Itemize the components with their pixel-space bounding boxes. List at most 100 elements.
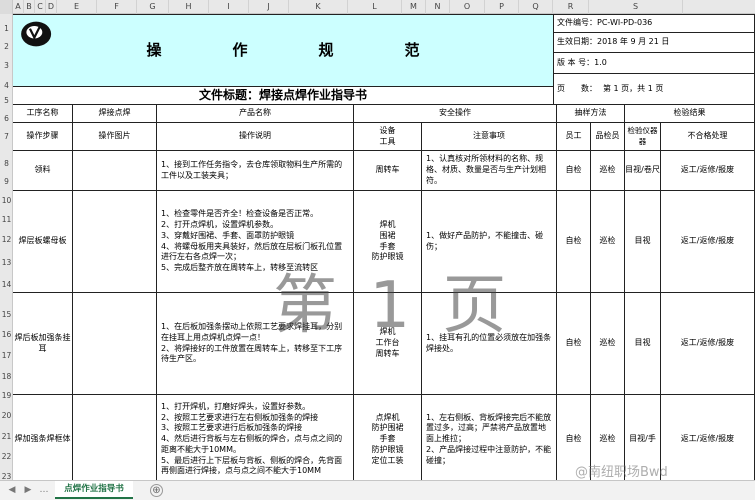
column-header-m[interactable]: M	[402, 0, 426, 14]
row-header-11[interactable]: 11	[0, 215, 13, 224]
column-header-b[interactable]: B	[24, 0, 35, 14]
column-header-c[interactable]: C	[35, 0, 46, 14]
row-3-nonconform[interactable]: 返工/返修/报废	[661, 293, 755, 395]
row-4-instrument[interactable]: 目视/手	[625, 395, 661, 480]
row-3-worker[interactable]: 自检	[557, 293, 591, 395]
row-3-notes[interactable]: 1、挂耳有孔的位置必须放在加强条焊接处。	[422, 293, 557, 395]
column-header-f[interactable]: F	[97, 0, 137, 14]
row-1-worker[interactable]: 自检	[557, 151, 591, 191]
header-tools[interactable]: 设备 工具	[354, 123, 422, 151]
effective-date-cell[interactable]: 生效日期：2018 年 9 月 21 日	[554, 33, 755, 53]
column-header-a[interactable]: A	[13, 0, 24, 14]
row-2-notes[interactable]: 1、做好产品防护，不能撞击、碰伤；	[422, 191, 557, 293]
select-all-corner[interactable]	[0, 0, 13, 14]
doc-number-cell[interactable]: 文件编号：PC-WI-PD-036	[554, 14, 755, 33]
row-4-worker[interactable]: 自检	[557, 395, 591, 480]
row-1-notes[interactable]: 1、认真核对所领材料的名称、规格、材质、数量是否与生产计划相符。	[422, 151, 557, 191]
version-cell[interactable]: 版 本 号：1.0	[554, 53, 755, 74]
row-header-10[interactable]: 10	[0, 196, 13, 205]
header-worker[interactable]: 员工	[557, 123, 591, 151]
row-2-tools[interactable]: 焊机 围裙 手套 防护眼镜	[354, 191, 422, 293]
column-header-o[interactable]: O	[450, 0, 485, 14]
header-image[interactable]: 操作图片	[73, 123, 157, 151]
next-sheet-icon[interactable]: ▶	[22, 484, 34, 497]
column-header-r[interactable]: R	[553, 0, 589, 14]
header-process-name[interactable]: 工序名称	[13, 105, 73, 123]
row-3-desc[interactable]: 1、在后板加强条摆动上依照工艺要求焊挂耳，分别在挂耳上用点焊机点焊一点！ 2、将…	[157, 293, 354, 395]
row-4-tools[interactable]: 点焊机 防护围裙 手套 防护眼镜 定位工装	[354, 395, 422, 480]
row-2-worker[interactable]: 自检	[557, 191, 591, 293]
row-3-step[interactable]: 焊后板加强条挂耳	[13, 293, 73, 395]
row-1-instrument[interactable]: 目视/卷尺	[625, 151, 661, 191]
row-2-nonconform[interactable]: 返工/返修/报废	[661, 191, 755, 293]
row-4-qc[interactable]: 巡检	[591, 395, 625, 480]
row-1-image-cell[interactable]	[73, 151, 157, 191]
row-header-14[interactable]: 14	[0, 280, 13, 289]
row-header-17[interactable]: 17	[0, 351, 13, 360]
header-step[interactable]: 操作步骤	[13, 123, 73, 151]
column-header-p[interactable]: P	[485, 0, 519, 14]
row-1-nonconform[interactable]: 返工/返修/报废	[661, 151, 755, 191]
row-header-2[interactable]: 2	[0, 42, 13, 51]
row-2-instrument[interactable]: 目视	[625, 191, 661, 293]
prev-sheet-icon[interactable]: ◀	[6, 484, 18, 497]
column-header-j[interactable]: J	[249, 0, 289, 14]
header-inspection[interactable]: 检验结果	[625, 105, 755, 123]
header-instrument[interactable]: 检验仪器 器	[625, 123, 661, 151]
column-header-k[interactable]: K	[289, 0, 348, 14]
row-1-qc[interactable]: 巡检	[591, 151, 625, 191]
row-header-3[interactable]: 3	[0, 61, 13, 70]
header-weld-point[interactable]: 焊接点焊	[73, 105, 157, 123]
row-header-21[interactable]: 21	[0, 432, 13, 441]
row-header-15[interactable]: 15	[0, 310, 13, 319]
column-header-n[interactable]: N	[426, 0, 450, 14]
column-header-e[interactable]: E	[57, 0, 97, 14]
row-header-1[interactable]: 1	[0, 24, 13, 33]
row-4-desc[interactable]: 1、打开焊机，打磨好焊头，设置好参数。 2、按照工艺要求进行左右侧板加强条的焊接…	[157, 395, 354, 480]
sheet-tab-active[interactable]: 点焊作业指导书	[55, 481, 133, 499]
header-notes[interactable]: 注意事项	[422, 123, 557, 151]
column-header-g[interactable]: G	[137, 0, 169, 14]
row-header-13[interactable]: 13	[0, 258, 13, 267]
row-header-12[interactable]: 12	[0, 235, 13, 244]
row-header-5[interactable]: 5	[0, 96, 13, 105]
row-header-22[interactable]: 22	[0, 452, 13, 461]
header-nonconform[interactable]: 不合格处理	[661, 123, 755, 151]
column-header-q[interactable]: Q	[519, 0, 553, 14]
column-header-h[interactable]: H	[169, 0, 209, 14]
row-2-image-cell[interactable]	[73, 191, 157, 293]
row-3-instrument[interactable]: 目视	[625, 293, 661, 395]
page-count-cell[interactable]: 页 数： 第 1 页，共 1 页	[554, 74, 755, 105]
row-header-18[interactable]: 18	[0, 372, 13, 381]
row-header-7[interactable]: 7	[0, 132, 13, 141]
header-sampling[interactable]: 抽样方法	[557, 105, 625, 123]
row-2-desc[interactable]: 1、检查零件是否齐全！检查设备是否正常。 2、打开点焊机，设置焊机参数。 3、穿…	[157, 191, 354, 293]
column-header-s[interactable]: S	[589, 0, 683, 14]
row-4-nonconform[interactable]: 返工/返修/报废	[661, 395, 755, 480]
row-header-9[interactable]: 9	[0, 177, 13, 186]
row-3-tools[interactable]: 焊机 工作台 周转车	[354, 293, 422, 395]
row-1-desc[interactable]: 1、接到工作任务指令，去仓库领取物料生产所需的工件以及工装夹具；	[157, 151, 354, 191]
row-2-step[interactable]: 焊层板螺母板	[13, 191, 73, 293]
header-description[interactable]: 操作说明	[157, 123, 354, 151]
more-sheets-icon[interactable]: …	[38, 484, 50, 497]
row-3-image-cell[interactable]	[73, 293, 157, 395]
row-1-tools[interactable]: 周转车	[354, 151, 422, 191]
column-header-l[interactable]: L	[348, 0, 402, 14]
row-header-19[interactable]: 19	[0, 391, 13, 400]
row-2-qc[interactable]: 巡检	[591, 191, 625, 293]
title-cell[interactable]: 操 作 规 范	[13, 14, 554, 87]
row-header-16[interactable]: 16	[0, 330, 13, 339]
doc-title-cell[interactable]: 文件标题：焊接点焊作业指导书	[13, 87, 554, 105]
row-header-4[interactable]: 4	[0, 81, 13, 90]
row-4-step[interactable]: 焊加强条焊框体	[13, 395, 73, 480]
column-header-i[interactable]: I	[209, 0, 249, 14]
header-product-name[interactable]: 产品名称	[157, 105, 354, 123]
row-header-20[interactable]: 20	[0, 411, 13, 420]
worksheet-grid[interactable]: 操 作 规 范 文件编号：PC-WI-PD-036 生效日期：2018 年 9 …	[13, 14, 755, 480]
row-1-step[interactable]: 领料	[13, 151, 73, 191]
add-sheet-icon[interactable]: ⊕	[150, 484, 163, 497]
row-4-notes[interactable]: 1、左右侧板、背板焊接完后不能放置过多，过高；严禁将产品放置地面上推拉； 2、产…	[422, 395, 557, 480]
row-header-6[interactable]: 6	[0, 114, 13, 123]
row-header-8[interactable]: 8	[0, 159, 13, 168]
